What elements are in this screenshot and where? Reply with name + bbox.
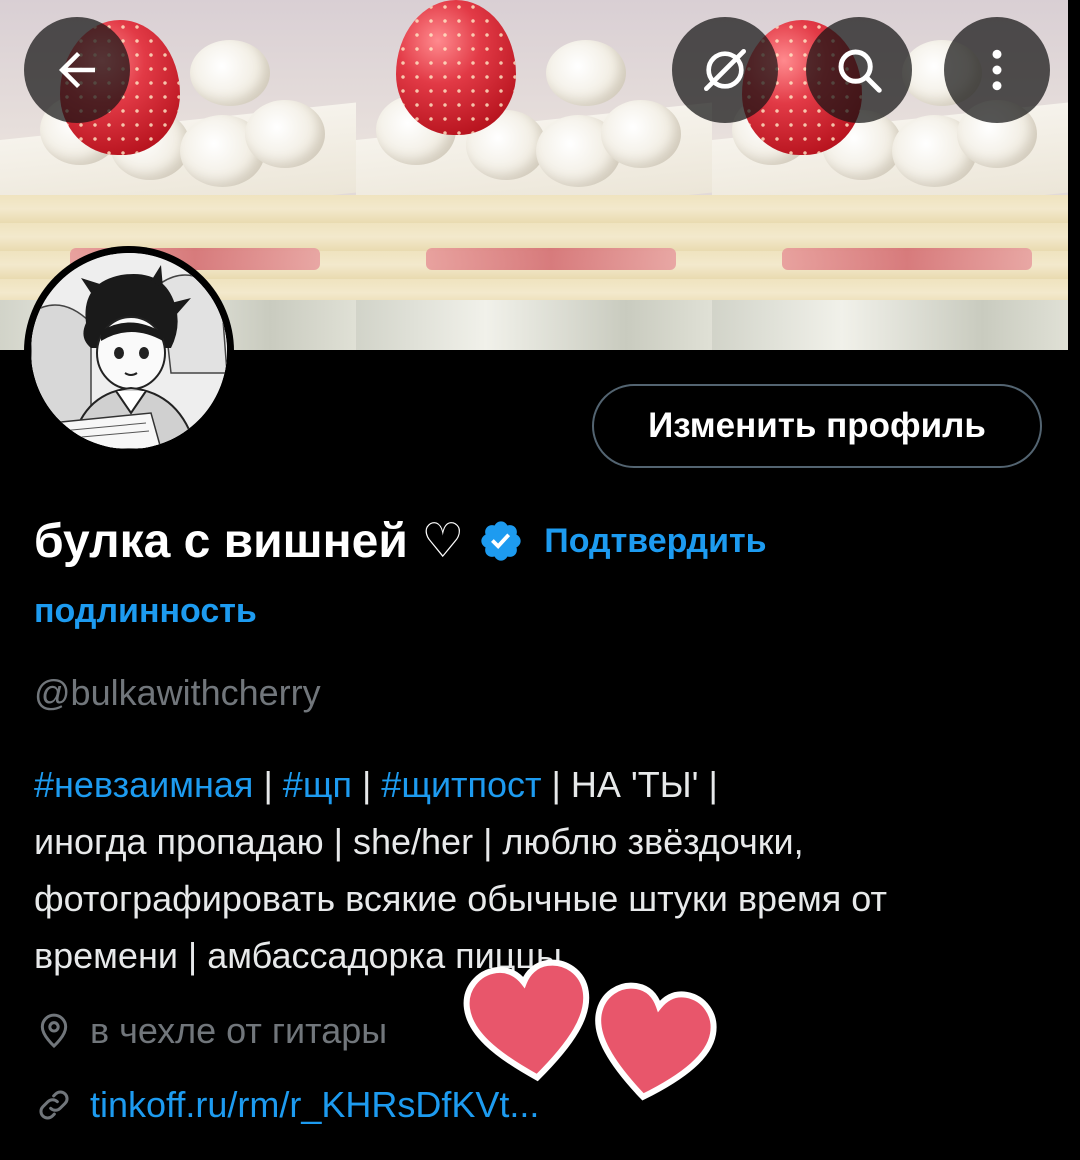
bio-line: #невзаимная | #щп | #щитпост | НА 'ТЫ' | [34,756,1044,813]
arrow-left-icon [59,52,95,88]
display-name: булка с вишней ♡ [34,515,465,568]
search-icon [838,49,882,93]
bio-text: | НА 'ТЫ' | [541,764,718,805]
avatar[interactable] [24,246,234,456]
verify-link-continued[interactable]: подлинность [34,592,1054,631]
bio-line: фотографировать всякие обычные штуки вре… [34,878,888,919]
more-button[interactable] [944,17,1050,123]
location-row: в чехле от гитары [34,1010,387,1052]
location-text: в чехле от гитары [90,1010,388,1051]
hashtag-link[interactable]: #невзаимная [34,764,253,805]
bio-separator: | [351,764,382,805]
banner-tile [356,0,712,350]
search-button[interactable] [806,17,912,123]
bio-line: иногда пропадаю | she/her | люблю звёздо… [34,821,804,862]
verify-link[interactable]: Подтвердить [544,522,766,561]
more-vertical-icon [992,49,1002,91]
back-button[interactable] [24,17,130,123]
bio-separator: | [253,764,283,805]
profile-bio: #невзаимная | #щп | #щитпост | НА 'ТЫ' |… [34,756,1044,984]
hashtag-link[interactable]: #щп [283,764,352,805]
user-handle: @bulkawithcherry [34,672,321,713]
location-pin-icon [40,1013,68,1049]
edit-profile-button[interactable]: Изменить профиль [592,384,1042,468]
eye-slash-icon [704,49,746,91]
avatar-image [31,253,227,449]
link-icon [39,1090,69,1120]
verified-badge-icon[interactable] [478,518,524,564]
hide-button[interactable] [672,17,778,123]
profile-name-block: булка с вишней ♡ Подтвердить подлинность [34,508,1054,631]
hearts-sticker [463,959,717,1101]
hashtag-link[interactable]: #щитпост [381,764,541,805]
